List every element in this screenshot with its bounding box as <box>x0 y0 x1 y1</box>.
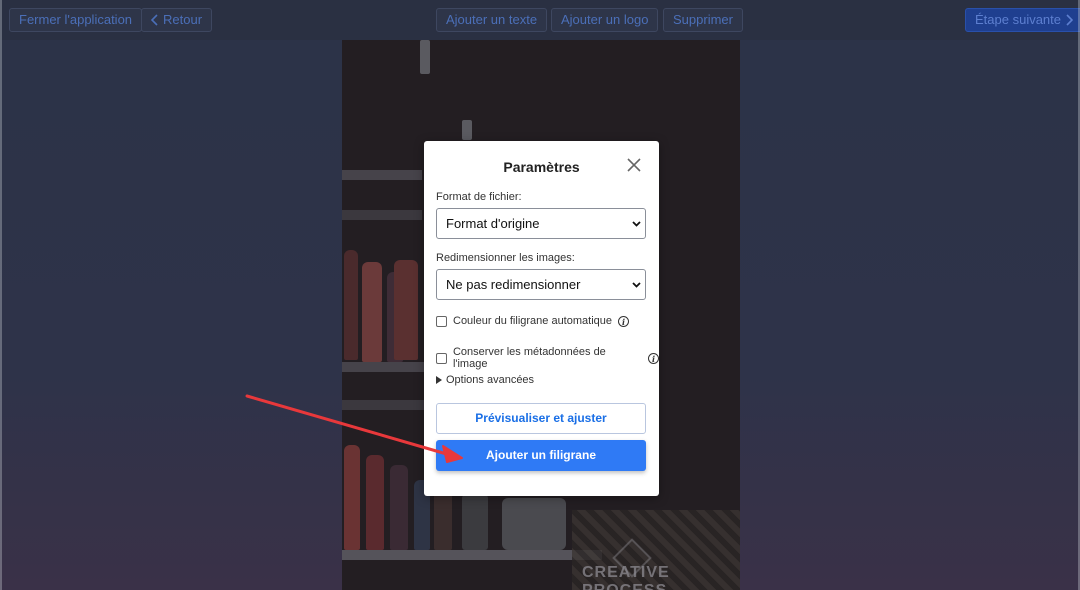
resize-label: Redimensionner les images: <box>436 252 575 264</box>
advanced-options-label: Options avancées <box>446 374 535 386</box>
dialog-title: Paramètres <box>503 159 580 175</box>
keep-metadata-label: Conserver les métadonnées de l'image <box>452 346 606 370</box>
bottle <box>344 445 360 550</box>
add-logo-button[interactable]: Ajouter un logo <box>551 8 659 32</box>
delete-button[interactable]: Supprimer <box>663 8 743 32</box>
file-format-label: Format de fichier: <box>436 191 522 203</box>
chevron-left-icon <box>151 14 158 26</box>
top-toolbar: Fermer l'application Retour Ajouter un t… <box>0 0 1080 40</box>
delete-label: Supprimer <box>673 12 733 27</box>
advanced-options-toggle[interactable]: Options avancées <box>436 374 534 386</box>
ceiling-lamp <box>462 120 472 140</box>
keep-metadata-checkbox[interactable] <box>436 352 447 364</box>
pot <box>462 495 488 550</box>
file-format-value: Format d'origine <box>446 216 540 231</box>
back-label: Retour <box>163 12 203 27</box>
window-edge-left <box>0 0 2 590</box>
add-logo-label: Ajouter un logo <box>561 12 649 27</box>
add-watermark-button[interactable]: Ajouter un filigrane <box>436 440 646 471</box>
shelf <box>342 210 422 220</box>
close-app-label: Fermer l'application <box>19 12 133 27</box>
watermark-text: CREATIVE PROCESS <box>582 564 670 590</box>
info-icon[interactable]: i <box>618 315 629 327</box>
auto-color-label: Couleur du filigrane automatique <box>453 315 612 327</box>
bottle <box>390 465 408 550</box>
add-text-button[interactable]: Ajouter un texte <box>436 8 548 32</box>
next-step-button[interactable]: Étape suivante <box>965 8 1080 32</box>
bottle <box>366 455 384 550</box>
add-text-label: Ajouter un texte <box>446 12 538 27</box>
auto-color-option: Couleur du filigrane automatique i <box>436 315 629 327</box>
settings-dialog: Paramètres Format de fichier: Format d'o… <box>424 141 659 496</box>
file-format-select[interactable]: Format d'origine <box>436 208 646 239</box>
close-app-button[interactable]: Fermer l'application <box>9 8 143 32</box>
shelf <box>342 362 437 372</box>
bottle <box>394 260 418 360</box>
shelf <box>342 170 422 180</box>
info-icon[interactable]: i <box>648 352 659 364</box>
resize-value: Ne pas redimensionner <box>446 277 581 292</box>
chevron-down-icon <box>632 282 641 288</box>
close-icon[interactable] <box>626 157 642 173</box>
triangle-right-icon <box>436 376 442 384</box>
next-step-label: Étape suivante <box>975 12 1062 27</box>
pot <box>502 498 566 550</box>
back-button[interactable]: Retour <box>141 8 213 32</box>
bottle <box>344 250 358 360</box>
ceiling-lamp <box>420 40 430 74</box>
chevron-down-icon <box>632 221 641 227</box>
auto-color-checkbox[interactable] <box>436 315 447 327</box>
shelf <box>342 400 437 410</box>
preview-adjust-button[interactable]: Prévisualiser et ajuster <box>436 403 646 434</box>
counter <box>342 550 602 560</box>
chevron-right-icon <box>1066 14 1074 26</box>
resize-select[interactable]: Ne pas redimensionner <box>436 269 646 300</box>
keep-metadata-option: Conserver les métadonnées de l'image i <box>436 346 659 370</box>
bottle <box>362 262 382 362</box>
